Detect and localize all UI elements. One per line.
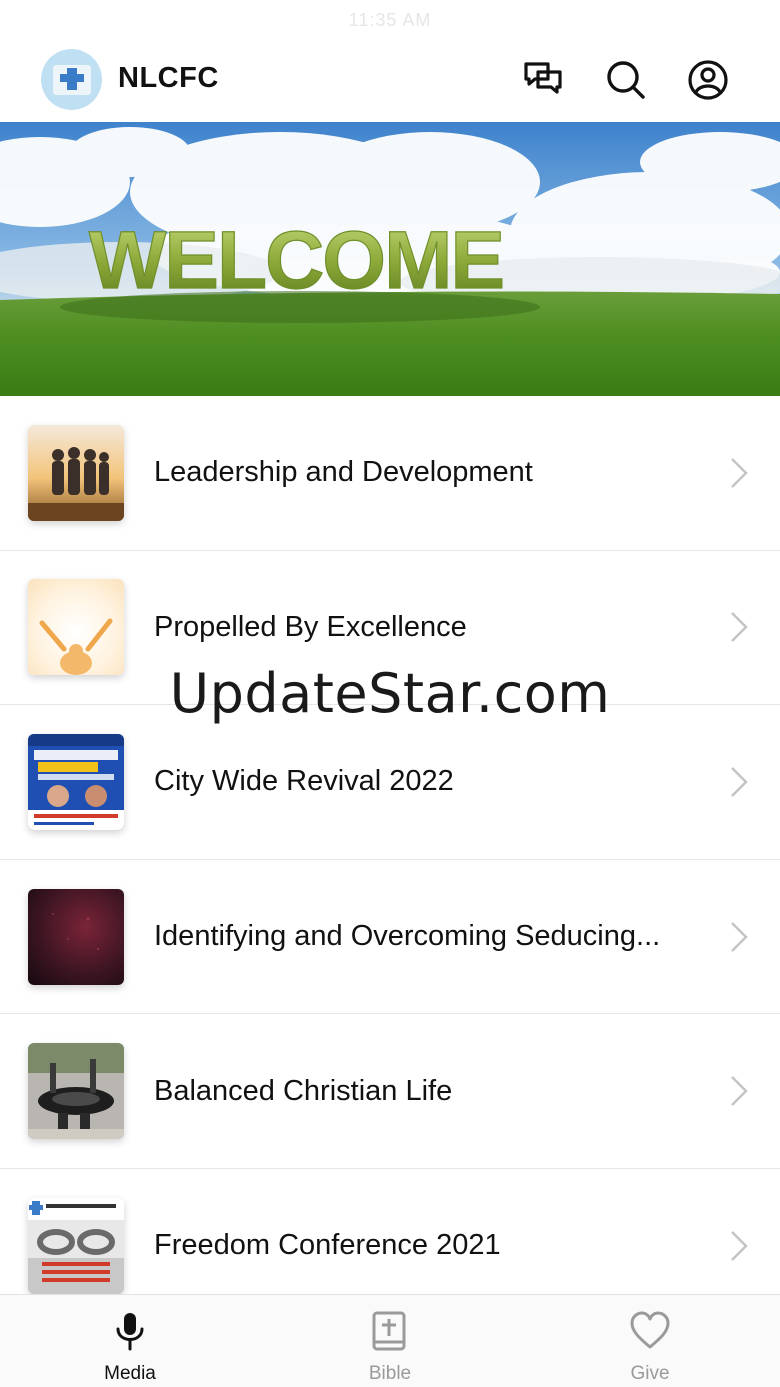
list-item[interactable]: Propelled By Excellence [0,551,780,706]
microphone-icon [116,1313,144,1351]
tab-bar: Media Bible Give [0,1294,780,1387]
welcome-text: WELCOME [89,215,503,306]
list-item-title: Identifying and Overcoming Seducing... [154,920,661,953]
series-thumbnail [28,1197,124,1294]
chat-icon[interactable] [521,58,565,102]
tab-bible[interactable]: Bible [260,1295,520,1387]
list-item-title: Freedom Conference 2021 [154,1229,501,1262]
media-list: Leadership and Development Propelled By … [0,396,780,1324]
series-thumbnail [28,733,124,830]
bible-icon [372,1311,406,1351]
status-bar: 11:35 AM [0,0,780,40]
series-thumbnail [28,888,124,985]
tab-give[interactable]: Give [520,1295,780,1387]
chevron-right-icon [731,1076,748,1107]
list-item-title: Balanced Christian Life [154,1074,453,1107]
search-icon[interactable] [604,58,648,102]
chevron-right-icon [731,1230,748,1261]
list-item-title: City Wide Revival 2022 [154,765,454,798]
church-logo[interactable] [41,49,102,110]
tab-label: Media [104,1363,156,1384]
app-header: NLCFC [0,40,780,122]
list-item[interactable]: Identifying and Overcoming Seducing... [0,860,780,1015]
app-title: NLCFC [118,62,219,94]
tab-label: Bible [368,1363,412,1384]
chevron-right-icon [731,457,748,488]
status-time: 11:35 AM [348,9,432,30]
chevron-right-icon [731,767,748,797]
tab-label: Give [630,1363,670,1384]
heart-icon [630,1311,670,1349]
list-item[interactable]: Balanced Christian Life [0,1014,780,1169]
series-thumbnail [28,424,124,521]
series-thumbnail [28,1043,124,1140]
list-item[interactable]: Leadership and Development [0,396,780,551]
chevron-right-icon [731,612,748,643]
account-icon[interactable] [686,58,730,102]
welcome-banner[interactable]: WELCOME [0,122,780,396]
logo-cross-icon [52,64,91,95]
series-thumbnail [28,579,124,676]
list-item-title: Leadership and Development [154,456,533,489]
chevron-right-icon [731,921,748,952]
list-item[interactable]: City Wide Revival 2022 [0,705,780,860]
list-item-title: Propelled By Excellence [154,610,467,643]
tab-media[interactable]: Media [0,1295,260,1387]
